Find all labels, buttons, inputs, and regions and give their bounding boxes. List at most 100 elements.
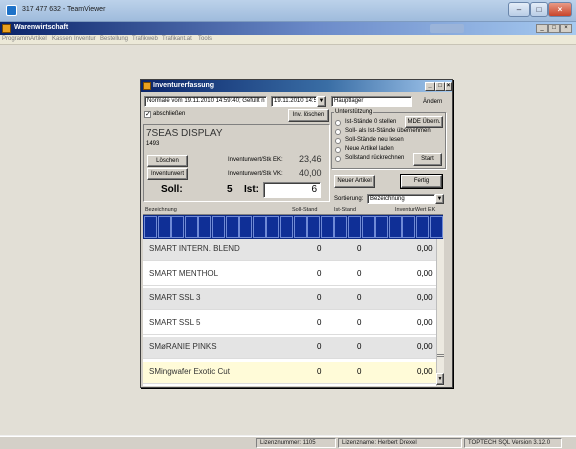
- row-ist: 0: [357, 244, 362, 253]
- radio-soll-as-ist-label: Soll- als Ist-Stände übernehmen: [345, 128, 431, 134]
- selection-cell[interactable]: [171, 216, 185, 238]
- sort-select[interactable]: Bezeichnung: [367, 194, 435, 204]
- menu-tools[interactable]: Tools: [198, 36, 212, 42]
- radio-ist-zero-label: Ist-Stände 0 stellen: [345, 119, 397, 125]
- table-row[interactable]: SMART SSL 3 0 0 0,00: [143, 288, 436, 310]
- vk-value: 40,00: [299, 168, 322, 178]
- change-link[interactable]: Ändern: [423, 99, 442, 105]
- selection-cell[interactable]: [402, 216, 416, 238]
- selection-cell[interactable]: [307, 216, 321, 238]
- selection-cell[interactable]: [144, 216, 157, 238]
- selection-cell[interactable]: [375, 216, 389, 238]
- mdi-restore-button[interactable]: □: [548, 24, 560, 33]
- row-wert: 0,00: [417, 268, 433, 278]
- mdi-minimize-button[interactable]: _: [536, 24, 548, 33]
- row-name: SMART INTERN. BLEND: [149, 244, 240, 253]
- done-button[interactable]: Fertig: [400, 174, 443, 189]
- inventory-name-field[interactable]: Normale vom 19.11.2010 14:59:40; Gefüllt…: [144, 96, 267, 107]
- col-wert[interactable]: InventurWert EK: [395, 207, 435, 213]
- start-button[interactable]: Start: [413, 153, 442, 166]
- selection-cell[interactable]: [157, 216, 171, 238]
- sort-label: Sortierung:: [334, 196, 364, 202]
- radio-new-articles[interactable]: [335, 147, 341, 153]
- dialog-close-button[interactable]: ×: [445, 82, 452, 91]
- selection-cell[interactable]: [334, 216, 348, 238]
- selection-cell[interactable]: [293, 216, 307, 238]
- col-name[interactable]: Bezeichnung: [145, 207, 177, 213]
- menu-trafikant[interactable]: Trafikant.at: [162, 36, 192, 42]
- row-name: SMART SSL 3: [149, 293, 201, 302]
- table-row[interactable]: SMART SSL 5 0 0 0,00: [143, 312, 436, 335]
- mdi-close-button[interactable]: ×: [560, 24, 572, 33]
- radio-soll-reread[interactable]: [335, 138, 341, 144]
- new-article-button[interactable]: Neuer Artikel: [334, 175, 375, 188]
- selection-cell[interactable]: [184, 216, 198, 238]
- mde-button[interactable]: MDE Übern.: [405, 116, 443, 128]
- row-wert: 0,00: [417, 244, 433, 253]
- table-row[interactable]: SMingwafer Exotic Cut 0 0 0,00: [143, 361, 436, 384]
- scroll-down-icon[interactable]: ▼: [436, 373, 444, 385]
- minimize-button[interactable]: –: [508, 2, 530, 17]
- selection-cell[interactable]: [280, 216, 293, 238]
- selection-cell[interactable]: [198, 216, 212, 238]
- soll-value: 5: [227, 184, 233, 195]
- selection-cell[interactable]: [266, 216, 280, 238]
- table-row[interactable]: SMART INTERN. BLEND 0 0 0,00: [143, 239, 436, 261]
- selection-cell[interactable]: [320, 216, 334, 238]
- col-ist[interactable]: Ist-Stand: [334, 207, 356, 213]
- complete-checkbox[interactable]: ✓: [144, 111, 151, 118]
- complete-label: abschließen: [153, 111, 186, 117]
- ist-input[interactable]: 6: [263, 182, 321, 198]
- selection-cell[interactable]: [361, 216, 375, 238]
- scroll-thumb[interactable]: [437, 354, 444, 357]
- clear-inventory-button[interactable]: Inv. löschen: [288, 109, 329, 122]
- close-button[interactable]: ×: [548, 2, 572, 17]
- row-name: SMøRANIE PINKS: [149, 342, 217, 351]
- radio-ist-zero[interactable]: [335, 120, 341, 126]
- date-select[interactable]: 19.11.2010 14:5: [271, 96, 317, 107]
- radio-recalc[interactable]: [335, 156, 341, 162]
- radio-new-articles-label: Neue Artikel laden: [345, 146, 394, 152]
- menu-kassen[interactable]: Kassen: [52, 36, 72, 42]
- ek-value: 23,46: [299, 154, 322, 164]
- remote-toolbar-tab[interactable]: [430, 24, 464, 33]
- sort-chevron-down-icon[interactable]: ▼: [435, 194, 444, 204]
- row-ist: 0: [357, 366, 362, 376]
- menu-trafikweb[interactable]: Trafikweb: [132, 36, 158, 42]
- menu-bar: Programm Artikel Kassen Inventur Bestell…: [0, 35, 576, 45]
- menu-bestellung[interactable]: Bestellung: [100, 36, 128, 42]
- row-name: SMART SSL 5: [149, 317, 201, 327]
- row-name: SMART MENTHOL: [149, 268, 219, 278]
- table-row[interactable]: SMART MENTHOL 0 0 0,00: [143, 263, 436, 286]
- article-number: 1493: [146, 141, 160, 147]
- chevron-down-icon[interactable]: ▼: [317, 96, 326, 107]
- menu-artikel[interactable]: Artikel: [30, 36, 47, 42]
- col-soll[interactable]: Soll-Stand: [292, 207, 317, 213]
- menu-programm[interactable]: Programm: [2, 36, 30, 42]
- grid-scrollbar[interactable]: [436, 239, 444, 386]
- selection-cell[interactable]: [429, 216, 443, 238]
- row-wert: 0,00: [417, 366, 433, 376]
- selection-cell[interactable]: [212, 216, 225, 238]
- location-field[interactable]: Hauptlager: [331, 96, 412, 107]
- dialog-title: Inventurerfassung: [153, 82, 215, 89]
- dialog-maximize-button[interactable]: □: [435, 82, 445, 91]
- radio-soll-reread-label: Soll-Stände neu lesen: [345, 137, 404, 143]
- row-wert: 0,00: [417, 342, 433, 351]
- selection-cell[interactable]: [239, 216, 253, 238]
- row-ist: 0: [357, 317, 362, 327]
- table-row[interactable]: SMøRANIE PINKS 0 0 0,00: [143, 337, 436, 359]
- delete-button[interactable]: Löschen: [147, 155, 188, 167]
- menu-inventur[interactable]: Inventur: [74, 36, 96, 42]
- selection-cell[interactable]: [388, 216, 402, 238]
- selection-cell[interactable]: [252, 216, 266, 238]
- license-number: Lizenznummer: 1105: [256, 438, 336, 448]
- inventory-value-button[interactable]: Inventurwert: [147, 168, 188, 180]
- radio-soll-as-ist[interactable]: [335, 129, 341, 135]
- maximize-button[interactable]: □: [530, 2, 548, 17]
- dialog-minimize-button[interactable]: _: [425, 82, 435, 91]
- teamviewer-icon: [6, 5, 17, 16]
- selection-cell[interactable]: [225, 216, 239, 238]
- selection-cell[interactable]: [348, 216, 361, 238]
- selection-cell[interactable]: [416, 216, 429, 238]
